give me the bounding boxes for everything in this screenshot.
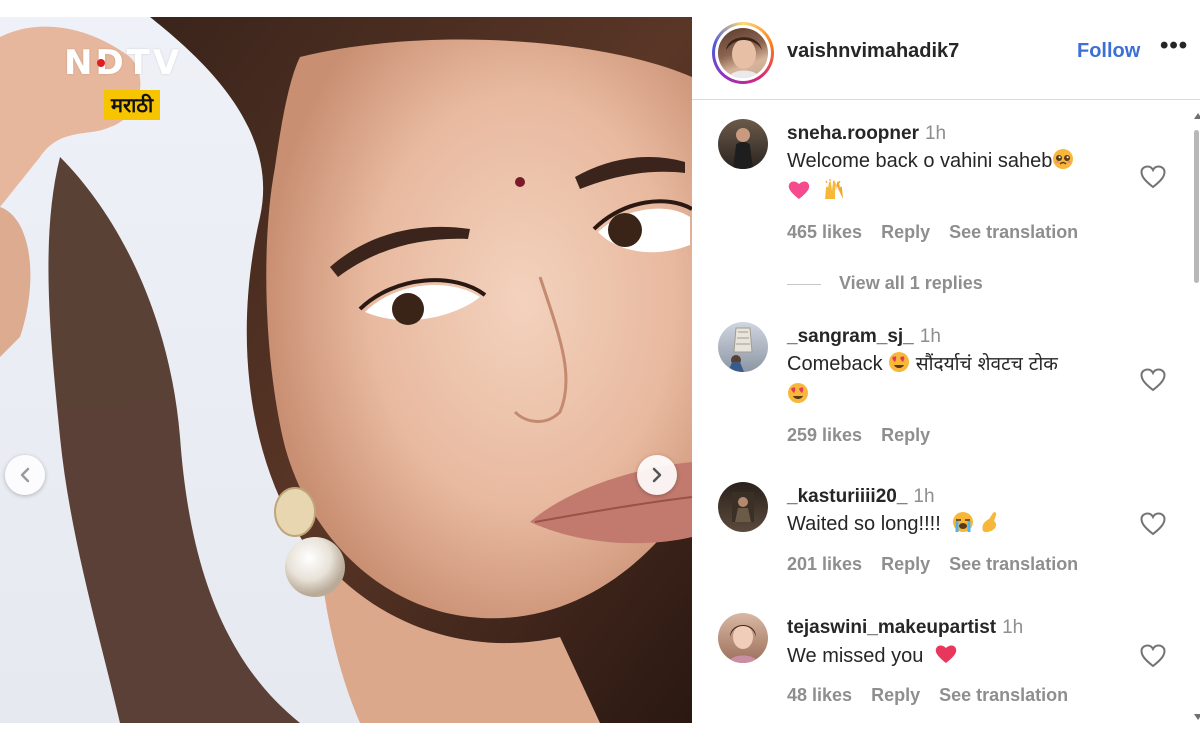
previous-image-button[interactable] — [5, 455, 45, 495]
scroll-up-icon[interactable] — [1194, 113, 1200, 119]
comment-text: Waited so long!!!! — [787, 510, 1127, 541]
comment-likes[interactable]: 48 likes — [787, 685, 852, 705]
divider — [787, 283, 821, 285]
reply-button[interactable]: Reply — [881, 554, 930, 574]
logo-red-dot — [97, 59, 105, 67]
logo-edition: मराठी — [104, 90, 161, 120]
view-replies-button[interactable]: View all 1 replies — [787, 273, 983, 294]
comment-time: 1h — [1002, 617, 1024, 638]
see-translation-button[interactable]: See translation — [949, 554, 1078, 574]
red-heart-emoji-icon — [934, 643, 958, 673]
pinched-fingers-emoji-icon — [979, 511, 1001, 541]
ndtv-marathi-logo: NDTV मराठी — [64, 44, 226, 134]
comment-likes[interactable]: 259 likes — [787, 425, 862, 445]
post-header: vaishnvimahadik7 Follow ••• — [692, 0, 1200, 100]
like-heart-icon[interactable] — [1140, 512, 1166, 536]
more-options-icon[interactable]: ••• — [1160, 32, 1188, 60]
reply-button[interactable]: Reply — [881, 222, 930, 242]
comment-likes[interactable]: 201 likes — [787, 554, 862, 574]
reply-button[interactable]: Reply — [871, 685, 920, 705]
comment-text: Comeback सौंदर्याचं शेवटच टोक — [787, 350, 1147, 412]
comment-text: Welcome back o vahini saheb — [787, 147, 1127, 209]
pink-heart-emoji-icon — [787, 179, 811, 209]
comment-username[interactable]: tejaswini_makeupartist 1h — [787, 617, 1023, 639]
avatar[interactable] — [718, 613, 768, 663]
chevron-right-icon — [652, 467, 662, 483]
see-translation-button[interactable]: See translation — [949, 222, 1078, 242]
chevron-left-icon — [20, 467, 30, 483]
avatar[interactable] — [718, 482, 768, 532]
comment-meta: 465 likes Reply See translation — [787, 222, 1092, 243]
comment-likes[interactable]: 465 likes — [787, 222, 862, 242]
post-username[interactable]: vaishnvimahadik7 — [787, 40, 959, 63]
logo-brand: NDTV — [64, 43, 183, 83]
reply-button[interactable]: Reply — [881, 425, 930, 445]
comment-username[interactable]: _kasturiiii20_ 1h — [787, 486, 935, 508]
comment-time: 1h — [919, 326, 941, 347]
scrollbar-thumb[interactable] — [1194, 130, 1199, 283]
comment-username[interactable]: sneha.roopner 1h — [787, 123, 946, 145]
comment-time: 1h — [924, 123, 947, 144]
comments-list: sneha.roopner 1h Welcome back o vahini sa… — [692, 101, 1192, 738]
loudly-crying-face-emoji-icon — [952, 511, 974, 541]
see-translation-button[interactable]: See translation — [939, 685, 1068, 705]
heart-eyes-emoji-icon — [888, 351, 910, 381]
comment-time: 1h — [913, 486, 935, 507]
comment-meta: 48 likes Reply See translation — [787, 685, 1082, 706]
next-image-button[interactable] — [637, 455, 677, 495]
like-heart-icon[interactable] — [1140, 165, 1166, 189]
comment-meta: 259 likes Reply — [787, 425, 944, 446]
heart-eyes-emoji-icon — [787, 382, 809, 412]
avatar[interactable] — [718, 119, 768, 169]
follow-button[interactable]: Follow — [1077, 40, 1140, 63]
comment-username[interactable]: _sangram_sj_ 1h — [787, 326, 941, 348]
like-heart-icon[interactable] — [1140, 644, 1166, 668]
comment-text: We missed you — [787, 642, 1127, 673]
comment-meta: 201 likes Reply See translation — [787, 554, 1092, 575]
scroll-down-icon[interactable] — [1194, 714, 1200, 720]
avatar[interactable] — [718, 322, 768, 372]
post-photo[interactable]: NDTV मराठी — [0, 17, 692, 723]
like-heart-icon[interactable] — [1140, 368, 1166, 392]
pleading-face-emoji-icon — [1052, 148, 1074, 178]
avatar[interactable] — [718, 28, 768, 78]
story-ring[interactable] — [712, 22, 774, 84]
raising-hands-emoji-icon — [822, 179, 846, 209]
post-side-panel: vaishnvimahadik7 Follow ••• sneha.roopne… — [692, 0, 1200, 738]
